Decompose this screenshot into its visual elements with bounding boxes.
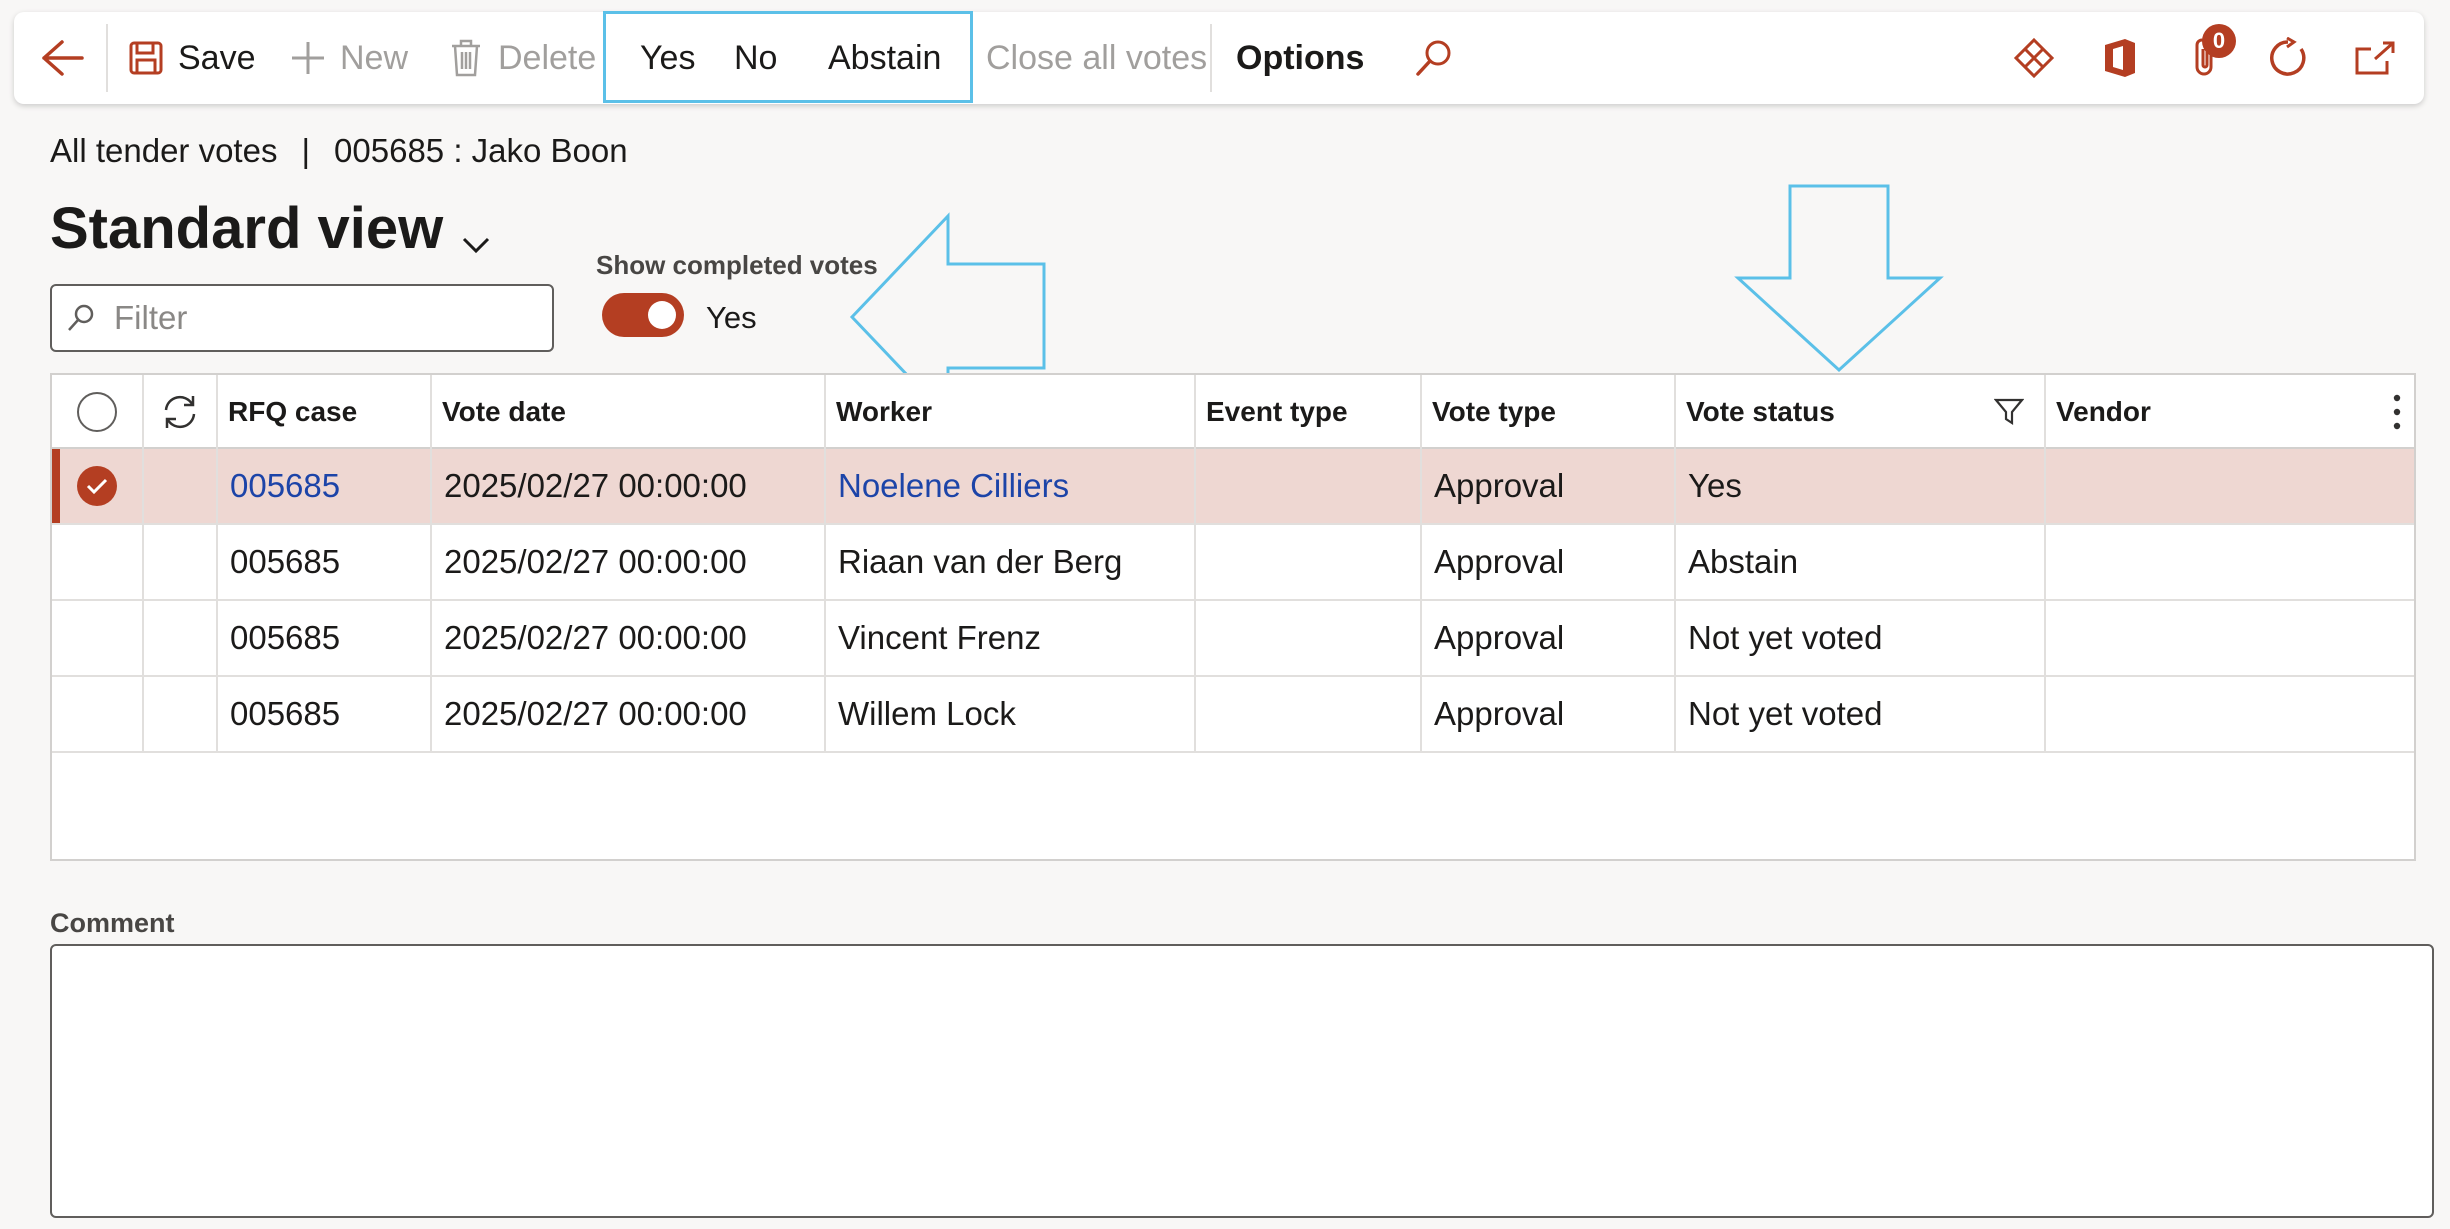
show-completed-votes-value: Yes bbox=[706, 300, 757, 335]
save-button[interactable]: Save bbox=[126, 28, 256, 88]
filter-input[interactable] bbox=[114, 299, 514, 337]
toggle-knob bbox=[648, 301, 676, 329]
refresh-column-icon[interactable] bbox=[144, 375, 218, 449]
col-worker[interactable]: Worker bbox=[826, 375, 1196, 449]
options-label: Options bbox=[1236, 38, 1365, 77]
toolbar-divider bbox=[106, 24, 108, 92]
filter-field[interactable] bbox=[50, 284, 554, 352]
worker-cell: Vincent Frenz bbox=[826, 601, 1196, 675]
save-label: Save bbox=[178, 38, 256, 77]
col-vendor-label: Vendor bbox=[2056, 396, 2151, 427]
rfq-case-link[interactable]: 005685 bbox=[218, 449, 432, 523]
toolbar-divider bbox=[1210, 24, 1212, 92]
comment-textarea[interactable] bbox=[50, 944, 2434, 1218]
row-checkbox[interactable] bbox=[52, 525, 144, 599]
row-spacer-cell bbox=[144, 525, 218, 599]
delete-label: Delete bbox=[498, 38, 597, 77]
col-vote-date[interactable]: Vote date bbox=[432, 375, 826, 449]
page-title: Standard view bbox=[50, 196, 444, 261]
breadcrumb: All tender votes | 005685 : Jako Boon bbox=[50, 132, 628, 170]
col-vote-status[interactable]: Vote status bbox=[1676, 375, 2046, 449]
search-icon bbox=[66, 301, 100, 335]
tender-votes-grid: RFQ case Vote date Worker Event type Vot… bbox=[50, 373, 2416, 861]
col-vote-status-label: Vote status bbox=[1686, 396, 1835, 427]
search-icon[interactable] bbox=[1410, 34, 1458, 82]
vote-date-cell: 2025/02/27 00:00:00 bbox=[432, 449, 826, 523]
attachments-count-badge: 0 bbox=[2202, 24, 2236, 58]
row-checkbox[interactable] bbox=[52, 601, 144, 675]
event-type-cell bbox=[1196, 525, 1422, 599]
event-type-cell bbox=[1196, 677, 1422, 751]
table-row[interactable]: 005685 2025/02/27 00:00:00 Noelene Cilli… bbox=[52, 449, 2414, 525]
row-checkbox[interactable] bbox=[52, 677, 144, 751]
close-all-votes-label: Close all votes bbox=[986, 38, 1208, 77]
vote-type-cell: Approval bbox=[1422, 449, 1676, 523]
table-row[interactable]: 005685 2025/02/27 00:00:00 Willem Lock A… bbox=[52, 677, 2414, 753]
vote-type-cell: Approval bbox=[1422, 601, 1676, 675]
vote-status-cell: Not yet voted bbox=[1676, 601, 2046, 675]
vendor-cell bbox=[2046, 677, 2416, 751]
col-vote-type[interactable]: Vote type bbox=[1422, 375, 1676, 449]
select-all-checkbox[interactable] bbox=[52, 375, 144, 449]
refresh-icon[interactable] bbox=[2264, 34, 2312, 82]
vote-date-cell: 2025/02/27 00:00:00 bbox=[432, 601, 826, 675]
office-icon[interactable] bbox=[2096, 34, 2144, 82]
attachments-icon[interactable]: 0 bbox=[2180, 24, 2236, 82]
vote-status-cell: Yes bbox=[1676, 449, 2046, 523]
worker-cell: Willem Lock bbox=[826, 677, 1196, 751]
vote-date-cell: 2025/02/27 00:00:00 bbox=[432, 677, 826, 751]
checkmark-icon bbox=[77, 466, 117, 506]
new-label: New bbox=[340, 38, 409, 77]
breadcrumb-record: 005685 : Jako Boon bbox=[334, 132, 628, 169]
col-rfq-case[interactable]: RFQ case bbox=[218, 375, 432, 449]
breadcrumb-separator: | bbox=[301, 132, 311, 169]
view-selector[interactable]: Standard view bbox=[50, 188, 491, 269]
vote-date-cell: 2025/02/27 00:00:00 bbox=[432, 525, 826, 599]
show-completed-votes-toggle[interactable] bbox=[602, 293, 684, 337]
back-arrow-icon[interactable] bbox=[36, 32, 88, 84]
row-spacer-cell bbox=[144, 449, 218, 523]
power-apps-icon[interactable] bbox=[2010, 34, 2058, 82]
save-icon bbox=[126, 38, 166, 78]
vote-buttons-highlight bbox=[603, 11, 973, 103]
vote-type-cell: Approval bbox=[1422, 677, 1676, 751]
vote-status-cell: Abstain bbox=[1676, 525, 2046, 599]
col-event-type[interactable]: Event type bbox=[1196, 375, 1422, 449]
worker-cell: Riaan van der Berg bbox=[826, 525, 1196, 599]
grid-header: RFQ case Vote date Worker Event type Vot… bbox=[52, 375, 2414, 449]
event-type-cell bbox=[1196, 449, 1422, 523]
vendor-cell bbox=[2046, 449, 2416, 523]
filter-funnel-icon[interactable] bbox=[1993, 397, 2025, 434]
vendor-cell bbox=[2046, 525, 2416, 599]
more-options-icon[interactable] bbox=[2392, 393, 2402, 438]
row-spacer-cell bbox=[144, 601, 218, 675]
plus-icon bbox=[288, 38, 328, 78]
trash-icon bbox=[446, 38, 486, 78]
table-row[interactable]: 005685 2025/02/27 00:00:00 Riaan van der… bbox=[52, 525, 2414, 601]
row-checkbox[interactable] bbox=[52, 449, 144, 523]
worker-link[interactable]: Noelene Cilliers bbox=[826, 449, 1196, 523]
row-spacer-cell bbox=[144, 677, 218, 751]
col-vendor[interactable]: Vendor bbox=[2046, 375, 2416, 449]
event-type-cell bbox=[1196, 601, 1422, 675]
rfq-case-cell: 005685 bbox=[218, 677, 432, 751]
open-in-new-window-icon[interactable] bbox=[2350, 34, 2398, 82]
rfq-case-cell: 005685 bbox=[218, 601, 432, 675]
delete-button[interactable]: Delete bbox=[446, 28, 596, 88]
vendor-cell bbox=[2046, 601, 2416, 675]
show-completed-votes-label: Show completed votes bbox=[596, 250, 878, 280]
action-pane: Save New Delete Yes No Abstain Close all… bbox=[14, 12, 2424, 104]
new-button[interactable]: New bbox=[288, 28, 408, 88]
vote-status-cell: Not yet voted bbox=[1676, 677, 2046, 751]
breadcrumb-page: All tender votes bbox=[50, 132, 278, 169]
select-all-circle bbox=[77, 392, 117, 432]
chevron-down-icon bbox=[461, 202, 491, 269]
options-button[interactable]: Options bbox=[1236, 28, 1364, 88]
rfq-case-cell: 005685 bbox=[218, 525, 432, 599]
vote-type-cell: Approval bbox=[1422, 525, 1676, 599]
table-row[interactable]: 005685 2025/02/27 00:00:00 Vincent Frenz… bbox=[52, 601, 2414, 677]
comment-label: Comment bbox=[50, 908, 175, 938]
annotation-down-arrow bbox=[1734, 184, 1944, 373]
close-all-votes-button[interactable]: Close all votes bbox=[986, 28, 1207, 88]
